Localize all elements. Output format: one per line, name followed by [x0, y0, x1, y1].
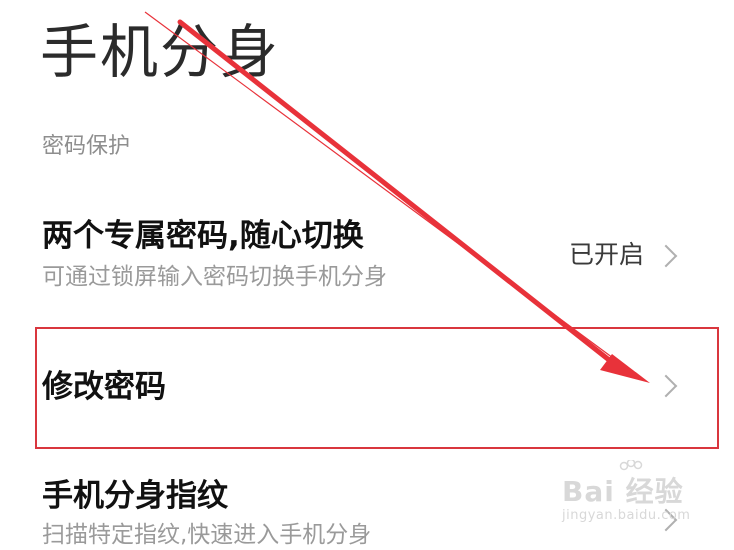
- two-passwords-row[interactable]: 两个专属密码,随心切换 可通过锁屏输入密码切换手机分身 已开启: [0, 210, 734, 305]
- chevron-right-icon: [654, 244, 678, 268]
- paw-icon: [619, 460, 643, 471]
- baidu-watermark: Bai 经验 jingyan.baidu.com: [560, 460, 730, 532]
- row-title: 两个专属密码,随心切换: [42, 218, 364, 254]
- change-password-row[interactable]: 修改密码: [0, 327, 734, 451]
- row-title: 手机分身指纹: [42, 478, 228, 514]
- row-subtitle: 扫描特定指纹,快速进入手机分身: [42, 522, 372, 548]
- row-subtitle: 可通过锁屏输入密码切换手机分身: [42, 264, 387, 290]
- section-label: 密码保护: [42, 134, 131, 159]
- watermark-url: jingyan.baidu.com: [562, 508, 691, 523]
- status-value: 已开启: [568, 240, 644, 269]
- row-title: 修改密码: [42, 369, 166, 405]
- page-title: 手机分身: [40, 18, 281, 86]
